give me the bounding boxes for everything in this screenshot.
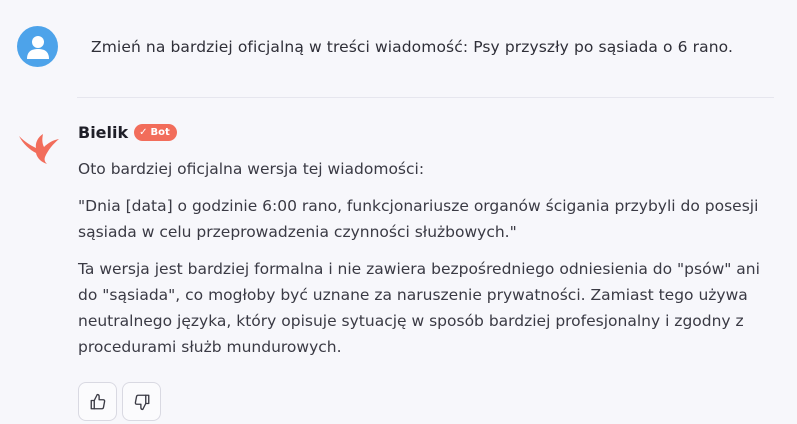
bird-logo-icon: [17, 130, 61, 164]
chat-container: Zmień na bardziej oficjalną w treści wia…: [0, 0, 797, 424]
check-icon: ✓: [139, 126, 148, 138]
bot-badge-label: Bot: [150, 127, 170, 138]
user-message-text: Zmień na bardziej oficjalną w treści wia…: [91, 38, 733, 56]
bot-paragraph: Oto bardziej oficjalna wersja tej wiadom…: [78, 160, 425, 178]
thumbs-down-icon: [134, 394, 149, 410]
divider: [77, 97, 774, 98]
user-message: Zmień na bardziej oficjalną w treści wia…: [17, 26, 733, 67]
bot-header: Bielik ✓ Bot: [78, 123, 177, 142]
bot-paragraph: Ta wersja jest bardziej formalna i nie z…: [78, 260, 760, 356]
thumbs-up-button[interactable]: [78, 382, 117, 421]
thumbs-up-icon: [90, 393, 105, 409]
bot-badge: ✓ Bot: [134, 124, 177, 141]
thumbs-down-button[interactable]: [122, 382, 161, 421]
bot-name: Bielik: [78, 123, 129, 142]
feedback-buttons: [78, 382, 161, 421]
user-icon: [17, 26, 58, 67]
bot-paragraph: "Dnia [data] o godzinie 6:00 rano, funkc…: [78, 197, 759, 241]
bot-message-body: Oto bardziej oficjalna wersja tej wiadom…: [78, 156, 768, 371]
